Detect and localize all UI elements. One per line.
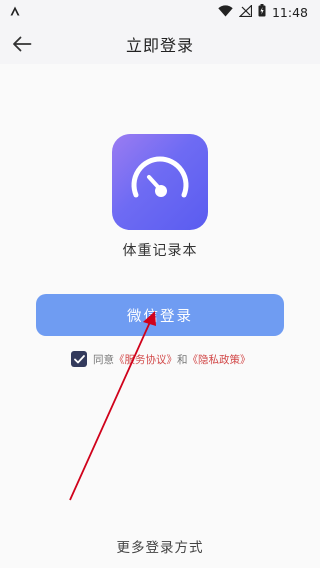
login-screen: 11:48 立即登录 体重记录本 微信登录 同意《服务协议》和《隐私政策》 更多… [0, 0, 320, 568]
signal-no-sim-icon [238, 3, 253, 20]
back-button[interactable] [10, 32, 34, 56]
app-logo [112, 134, 208, 230]
arrow-left-icon [13, 36, 32, 52]
gauge-icon [131, 156, 189, 198]
status-time: 11:48 [271, 4, 308, 20]
status-right: 11:48 [218, 3, 308, 20]
agreement-text: 同意《服务协议》和《隐私政策》 [93, 352, 251, 367]
agreement-prefix: 同意 [93, 353, 114, 366]
agreement-checkbox[interactable] [71, 351, 87, 367]
checkmark-icon [73, 354, 85, 363]
status-left [10, 5, 20, 19]
app-name: 体重记录本 [122, 243, 198, 259]
agreement-row: 同意《服务协议》和《隐私政策》 [71, 350, 251, 368]
privacy-policy-link[interactable]: 《隐私政策》 [188, 354, 251, 366]
wechat-login-button[interactable]: 微信登录 [36, 294, 284, 336]
content-area: 体重记录本 微信登录 同意《服务协议》和《隐私政策》 更多登录方式 [0, 64, 320, 568]
page-title: 立即登录 [125, 36, 194, 55]
service-agreement-link[interactable]: 《服务协议》 [114, 354, 177, 366]
wifi-icon [218, 4, 233, 20]
agreement-conjunction: 和 [177, 353, 188, 366]
more-login-options[interactable]: 更多登录方式 [0, 536, 320, 556]
header: 立即登录 [0, 24, 320, 64]
battery-charging-icon [258, 4, 266, 20]
notification-a-icon [10, 5, 20, 19]
status-bar: 11:48 [0, 0, 320, 24]
